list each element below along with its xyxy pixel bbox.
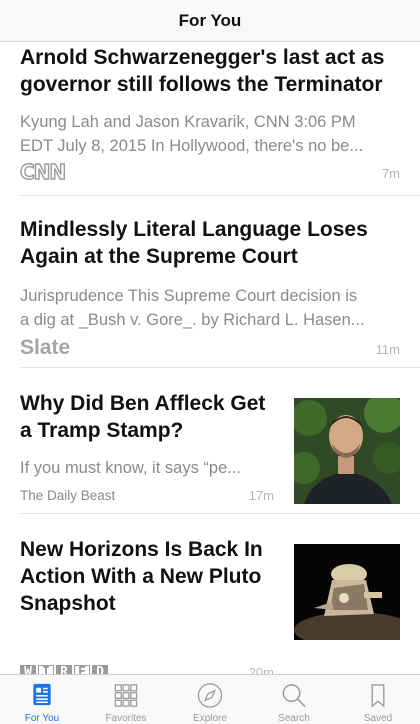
article-headline: Snapshot	[20, 592, 116, 615]
tab-label: For You	[24, 713, 60, 724]
tab-label: Saved	[363, 713, 393, 724]
for-you-icon	[33, 683, 51, 706]
article-headline: New Horizons Is Back In	[20, 538, 263, 561]
article-headline: Arnold Schwarzenegger's last act as gove…	[20, 46, 385, 96]
tab-bar: For You Favorites Explore Search Saved	[0, 674, 420, 724]
compass-icon	[197, 683, 223, 708]
article-headline: a Tramp Stamp?	[20, 419, 184, 442]
article-excerpt: EDT July 8, 2015 In Hollywood, there's n…	[20, 137, 364, 155]
tab-search[interactable]: Search	[252, 675, 336, 724]
article-card[interactable]: Arnold Schwarzenegger's last act as gove…	[0, 42, 420, 196]
news-feed[interactable]: Arnold Schwarzenegger's last act as gove…	[0, 42, 420, 674]
article-timestamp: 11m	[375, 342, 400, 357]
source-logo-slate: Slate	[20, 336, 71, 359]
article-thumbnail	[294, 544, 400, 640]
article-card[interactable]: New Horizons Is Back In Action With a Ne…	[0, 514, 420, 674]
source-logo-cnn: CNN	[19, 159, 67, 184]
article-timestamp: 7m	[381, 166, 400, 181]
tab-favorites[interactable]: Favorites	[84, 675, 168, 724]
article-thumbnail	[294, 398, 400, 504]
article-headline: Action With a New Pluto	[20, 565, 262, 588]
article-card[interactable]: Mindlessly Literal Language Loses Again …	[0, 196, 420, 368]
tab-saved[interactable]: Saved	[336, 675, 420, 724]
article-excerpt: a dig at _Bush v. Gore_. by Richard L. H…	[20, 311, 365, 329]
article-timestamp: 20m	[248, 665, 274, 674]
tab-label: Explore	[193, 713, 227, 724]
bookmark-icon	[371, 684, 385, 708]
source-logo-wired: W I R E D	[20, 665, 108, 674]
search-icon	[282, 684, 306, 708]
page-title: For You	[178, 10, 242, 30]
favorites-grid-icon	[114, 684, 138, 707]
tab-explore[interactable]: Explore	[168, 675, 252, 724]
source-name: The Daily Beast	[20, 488, 116, 503]
tab-label: Favorites	[105, 713, 147, 724]
nav-bar: For You	[0, 0, 420, 42]
article-headline: Why Did Ben Affleck Get	[20, 392, 266, 415]
tab-for-you[interactable]: For You	[0, 675, 84, 724]
article-card[interactable]: Why Did Ben Affleck Get a Tramp Stamp? I…	[0, 368, 420, 514]
article-excerpt: Jurisprudence This Supreme Court decisio…	[20, 287, 358, 305]
article-headline: Mindlessly Literal Language Loses Again …	[20, 218, 368, 268]
article-timestamp: 17m	[248, 488, 274, 503]
article-excerpt: Kyung Lah and Jason Kravarik, CNN 3:06 P…	[20, 113, 356, 131]
article-excerpt: If you must know, it says “pe...	[20, 459, 242, 477]
tab-label: Search	[278, 713, 310, 724]
